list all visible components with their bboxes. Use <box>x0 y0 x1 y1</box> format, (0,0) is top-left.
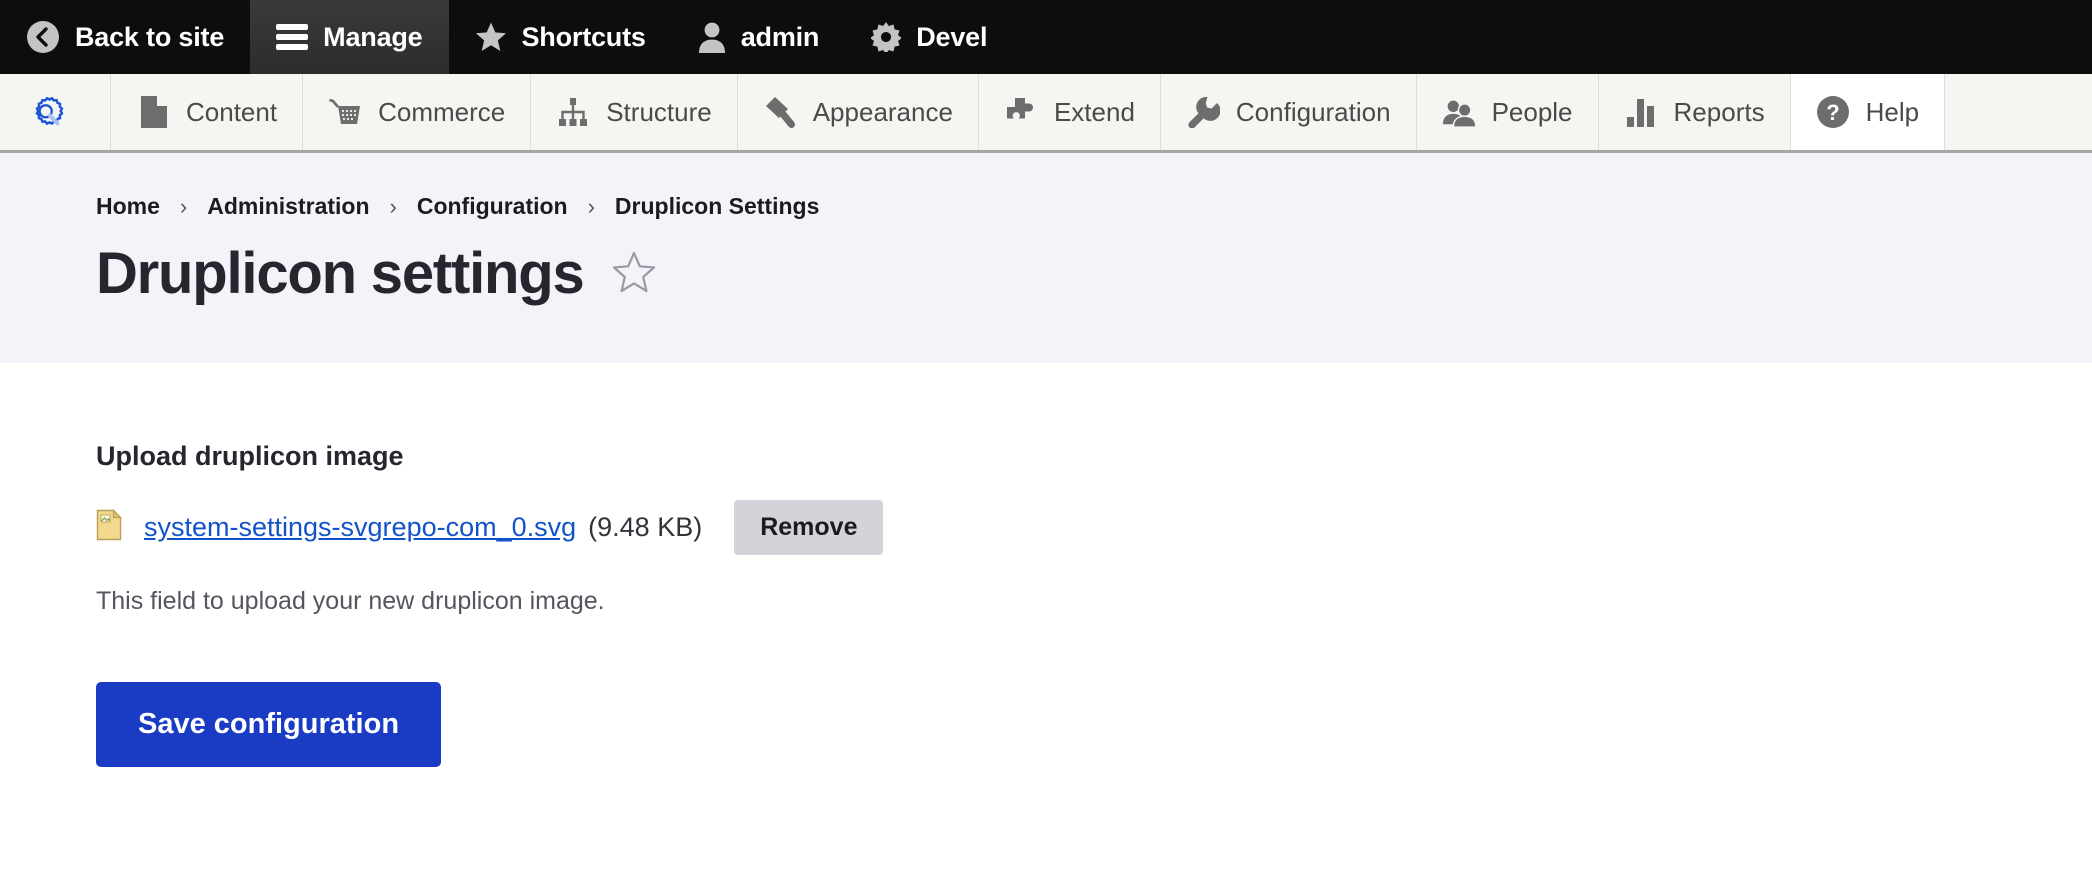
admin-menu-item-label: Configuration <box>1235 96 1391 127</box>
admin-menu-item-label: Appearance <box>812 96 953 127</box>
page-title-row: Druplicon settings <box>96 241 2092 306</box>
toolbar-item-admin-user[interactable]: admin <box>672 0 846 74</box>
question-circle-icon: ? <box>1816 95 1850 129</box>
star-outline-icon[interactable] <box>612 250 656 299</box>
drupal-gear-icon <box>30 95 64 129</box>
bar-chart-icon <box>1624 95 1658 129</box>
admin-menu-item-label: People <box>1491 96 1573 127</box>
breadcrumb: Home › Administration › Configuration › … <box>96 193 2092 220</box>
upload-field-description: This field to upload your new druplicon … <box>96 586 605 615</box>
page-header: Home › Administration › Configuration › … <box>0 153 2092 363</box>
puzzle-icon <box>1004 95 1038 129</box>
admin-menu-item-label: Extend <box>1053 96 1135 127</box>
admin-menu-item-label: Structure <box>606 96 712 127</box>
uploaded-file-row: system-settings-svgrepo-com_0.svg (9.48 … <box>96 499 2092 555</box>
admin-menu-item-home[interactable] <box>0 74 111 150</box>
hamburger-icon <box>276 24 309 50</box>
breadcrumb-item-administration[interactable]: Administration <box>207 193 369 220</box>
admin-menu-item-label: Content <box>186 96 278 127</box>
wrench-icon <box>1186 95 1220 129</box>
page-title: Druplicon settings <box>96 241 585 306</box>
uploaded-file-link[interactable]: system-settings-svgrepo-com_0.svg <box>144 512 576 543</box>
save-configuration-button[interactable]: Save configuration <box>96 681 442 767</box>
toolbar-item-label: Shortcuts <box>521 21 646 52</box>
breadcrumb-item-configuration[interactable]: Configuration <box>417 193 568 220</box>
file-icon <box>96 508 144 546</box>
main-content: Upload druplicon image system-settings-s… <box>0 362 2092 767</box>
paintbrush-icon <box>763 95 797 129</box>
cart-icon <box>328 95 362 129</box>
toolbar-item-label: Manage <box>323 21 423 52</box>
uploaded-file-size: (9.48 KB) <box>588 511 703 542</box>
admin-menu-item-extend[interactable]: Extend <box>979 74 1161 150</box>
back-circle-icon <box>26 20 60 54</box>
toolbar-item-back-to-site[interactable]: Back to site <box>0 0 250 74</box>
user-icon <box>698 21 726 53</box>
admin-menu-item-content[interactable]: Content <box>111 74 304 150</box>
admin-toolbar: Back to site Manage Shortcuts admin Deve… <box>0 0 2092 74</box>
breadcrumb-item-home[interactable]: Home <box>96 193 160 220</box>
people-icon <box>1442 95 1476 129</box>
admin-menu-item-people[interactable]: People <box>1417 74 1599 150</box>
admin-menu-item-structure[interactable]: Structure <box>531 74 738 150</box>
admin-menu-item-reports[interactable]: Reports <box>1599 74 1791 150</box>
admin-menu-item-label: Reports <box>1673 96 1765 127</box>
toolbar-item-label: Back to site <box>75 21 225 52</box>
remove-file-button[interactable]: Remove <box>734 499 884 555</box>
structure-icon <box>556 95 590 129</box>
admin-menu-item-label: Commerce <box>378 96 506 127</box>
toolbar-item-shortcuts[interactable]: Shortcuts <box>449 0 672 74</box>
toolbar-item-manage[interactable]: Manage <box>250 0 449 74</box>
toolbar-item-label: Devel <box>916 21 988 52</box>
breadcrumb-item-druplicon-settings[interactable]: Druplicon Settings <box>615 193 819 220</box>
toolbar-item-label: admin <box>740 21 820 52</box>
admin-menu-item-label: Help <box>1865 96 1920 127</box>
breadcrumb-separator: › <box>587 193 595 219</box>
admin-menu-item-commerce[interactable]: Commerce <box>303 74 532 150</box>
star-icon <box>475 21 507 53</box>
svg-text:?: ? <box>1826 100 1839 125</box>
breadcrumb-separator: › <box>179 193 188 219</box>
upload-field-label: Upload druplicon image <box>96 440 404 471</box>
admin-menu-item-configuration[interactable]: Configuration <box>1161 74 1417 150</box>
page-icon <box>136 95 170 129</box>
toolbar-item-devel[interactable]: Devel <box>845 0 1013 74</box>
admin-menu-item-appearance[interactable]: Appearance <box>738 74 979 150</box>
admin-menu-bar: Content Commerce Structure Appearance Ex… <box>0 74 2092 153</box>
admin-menu-item-help[interactable]: ? Help <box>1790 74 1946 150</box>
breadcrumb-separator: › <box>389 193 397 219</box>
gear-icon <box>871 22 902 52</box>
